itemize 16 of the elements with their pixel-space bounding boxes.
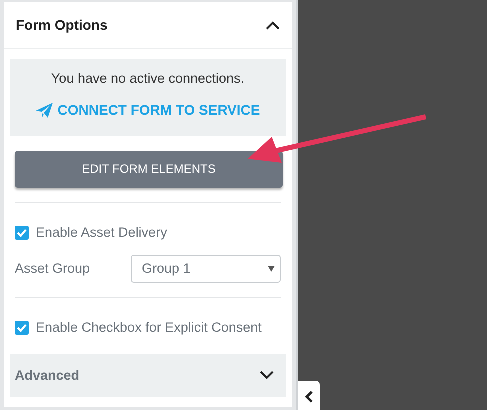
paper-plane-icon [36, 103, 53, 118]
collapse-tab[interactable] [298, 381, 320, 410]
connections-message: You have no active connections. [51, 70, 245, 88]
dropdown-caret-icon [268, 266, 275, 272]
checkbox-label: Enable Asset Delivery [36, 224, 168, 242]
chevron-left-icon [304, 391, 314, 403]
advanced-section-header[interactable]: Advanced [10, 354, 286, 398]
panel-title: Form Options [16, 16, 108, 35]
edit-form-elements-button[interactable]: EDIT FORM ELEMENTS [15, 150, 283, 188]
checkbox[interactable] [15, 226, 29, 240]
field-label: Asset Group [15, 260, 90, 278]
chevron-up-icon [266, 21, 280, 30]
checkbox[interactable] [15, 321, 29, 336]
asset-group-select[interactable]: Group 1 [131, 255, 281, 283]
checkbox-label: Enable Checkbox for Explicit Consent [36, 319, 262, 337]
connect-link[interactable]: CONNECT FORM TO SERVICE [36, 100, 260, 122]
